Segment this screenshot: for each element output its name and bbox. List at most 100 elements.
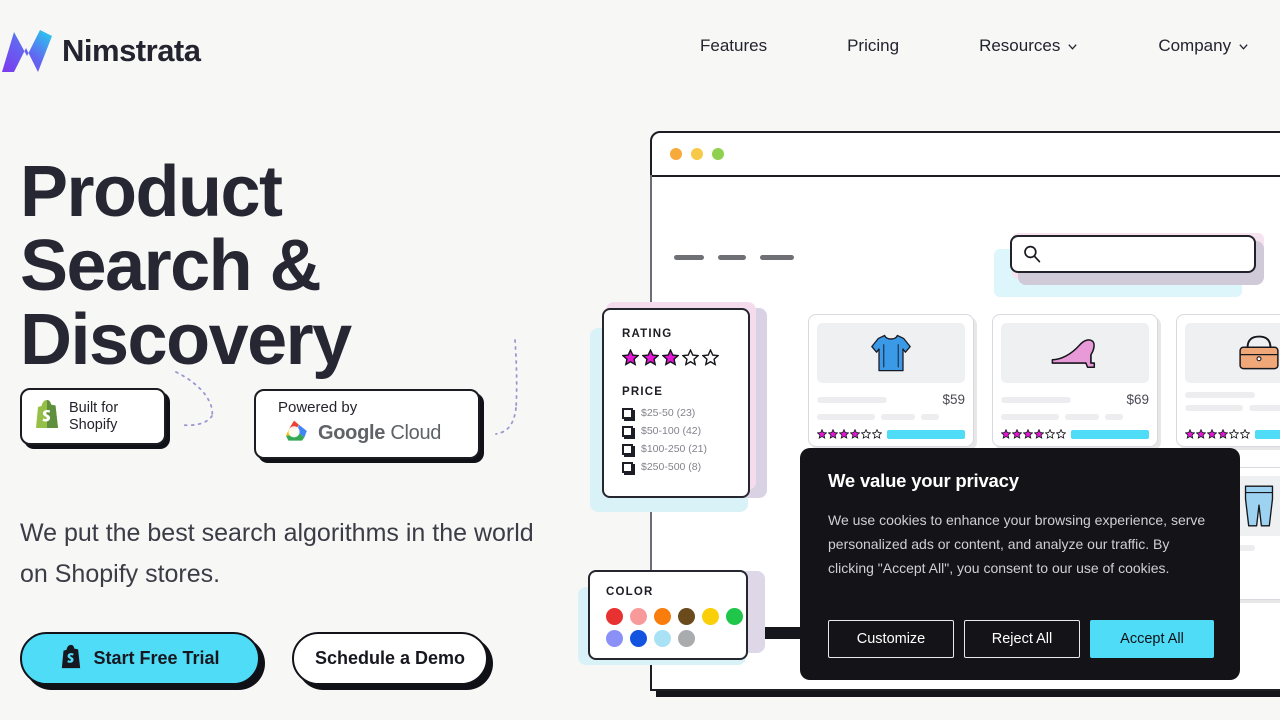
product-price: $69 xyxy=(1126,392,1149,407)
customize-button[interactable]: Customize xyxy=(828,620,954,658)
accept-all-button[interactable]: Accept All xyxy=(1090,620,1214,658)
price-option-label: $250-500 (8) xyxy=(641,461,702,473)
browser-titlebar xyxy=(652,133,1280,177)
color-swatch-blue[interactable] xyxy=(630,630,647,647)
google-cloud-wordmark: Google Cloud xyxy=(318,422,442,444)
color-swatch-green[interactable] xyxy=(726,608,743,625)
color-swatch-periwinkle[interactable] xyxy=(606,630,623,647)
cookie-banner-body: We use cookies to enhance your browsing … xyxy=(828,512,1206,576)
color-swatch-yellow[interactable] xyxy=(702,608,719,625)
top-navigation: Nimstrata Features Pricing Resources Com… xyxy=(0,0,1280,102)
shopify-bag-icon xyxy=(60,644,82,674)
star-empty-icon xyxy=(702,349,719,366)
price-option-label: $50-100 (42) xyxy=(641,425,702,437)
brand-name: Nimstrata xyxy=(62,33,201,68)
heading-line-1: Product xyxy=(20,152,283,232)
product-meta-placeholder xyxy=(1001,414,1059,420)
nav-link-company[interactable]: Company xyxy=(1118,36,1280,56)
color-swatches xyxy=(606,608,743,647)
price-option[interactable]: $250-500 (8) xyxy=(622,458,730,476)
traffic-light-yellow[interactable] xyxy=(691,148,703,160)
color-swatch-gray[interactable] xyxy=(678,630,695,647)
jeans-icon xyxy=(1244,485,1274,527)
nav-link-label: Company xyxy=(1158,36,1232,55)
nav-link-features[interactable]: Features xyxy=(660,36,807,56)
product-title-placeholder xyxy=(817,396,887,403)
filter-panel-rating-price: RATING PRICE $25-50 (23) $50-100 (42) $1… xyxy=(590,300,770,515)
nav-link-label: Resources xyxy=(979,36,1061,55)
checkbox-icon[interactable] xyxy=(622,443,633,455)
price-option[interactable]: $25-50 (23) xyxy=(622,404,730,422)
high-heel-icon xyxy=(1051,339,1096,369)
product-title-placeholder xyxy=(1185,392,1255,398)
start-free-trial-button[interactable]: Start Free Trial xyxy=(20,632,260,685)
chevron-down-icon xyxy=(1067,41,1078,52)
nav-links: Features Pricing Resources Company xyxy=(660,36,1280,56)
color-swatch-pink[interactable] xyxy=(630,608,647,625)
badge-line-2: Shopify xyxy=(69,416,118,433)
badge-line-1: Built for xyxy=(69,399,119,416)
heading-line-3: Discovery xyxy=(8,300,403,380)
color-swatch-lightblue[interactable] xyxy=(654,630,671,647)
checkbox-icon[interactable] xyxy=(622,425,633,437)
badge-powered-by-google-cloud[interactable]: Powered by Google Cloud xyxy=(254,389,480,459)
add-to-cart-button[interactable] xyxy=(887,429,965,439)
product-meta-placeholder xyxy=(1249,405,1280,411)
color-swatch-orange[interactable] xyxy=(654,608,671,625)
price-option[interactable]: $50-100 (42) xyxy=(622,422,730,440)
sweater-icon xyxy=(871,334,911,372)
nav-link-label: Pricing xyxy=(847,36,900,55)
add-to-cart-button[interactable] xyxy=(1255,429,1280,439)
nav-dash xyxy=(718,255,746,260)
cta-label: Schedule a Demo xyxy=(314,648,466,668)
star-empty-icon xyxy=(682,349,699,366)
cookie-consent-banner: We value your privacy We use cookies to … xyxy=(800,448,1240,680)
product-meta-placeholder xyxy=(1185,405,1243,411)
schedule-demo-button[interactable]: Schedule a Demo xyxy=(292,632,488,685)
rating-filter-title: RATING xyxy=(622,328,673,340)
filter-panel-card[interactable]: RATING PRICE $25-50 (23) $50-100 (42) $1… xyxy=(602,308,750,498)
page-root: Nimstrata Features Pricing Resources Com… xyxy=(0,0,1280,720)
checkbox-icon[interactable] xyxy=(622,461,633,473)
product-title-placeholder xyxy=(1001,396,1071,403)
brand-logo-group[interactable]: Nimstrata xyxy=(0,28,201,74)
product-rating xyxy=(1001,429,1066,439)
hero-section: Product Search & Discovery xyxy=(7,152,580,380)
checkbox-icon[interactable] xyxy=(622,407,633,419)
nav-link-resources[interactable]: Resources xyxy=(939,36,1118,56)
filter-panel-color: COLOR xyxy=(578,565,773,670)
traffic-light-green[interactable] xyxy=(712,148,724,160)
cta-label: Start Free Trial xyxy=(93,648,220,668)
nimstrata-n-logo-icon xyxy=(0,28,54,74)
rating-stars[interactable] xyxy=(622,349,730,366)
star-filled-icon xyxy=(662,349,679,366)
add-to-cart-button[interactable] xyxy=(1071,429,1149,439)
color-panel-card[interactable]: COLOR xyxy=(588,570,748,660)
product-image xyxy=(1001,323,1149,383)
reject-all-button[interactable]: Reject All xyxy=(964,620,1080,658)
heading-line-2: Search & xyxy=(7,226,335,306)
store-nav-placeholder xyxy=(674,255,794,260)
traffic-light-red[interactable] xyxy=(670,148,682,160)
shopify-bag-icon xyxy=(34,399,60,434)
product-meta-placeholder xyxy=(921,414,939,420)
nav-link-pricing[interactable]: Pricing xyxy=(807,36,939,56)
price-option-label: $25-50 (23) xyxy=(641,407,696,419)
nav-dash xyxy=(760,255,794,260)
handbag-icon xyxy=(1239,335,1279,370)
cookie-banner-actions: Customize Reject All Accept All xyxy=(828,620,1214,658)
color-swatch-red[interactable] xyxy=(606,608,623,625)
color-swatch-brown[interactable] xyxy=(678,608,695,625)
search-input[interactable] xyxy=(1010,235,1256,273)
badge-built-for-shopify[interactable]: Built for Shopify xyxy=(20,388,166,445)
page-title: Product Search & Discovery xyxy=(7,152,580,380)
price-filter-title: PRICE xyxy=(622,386,664,398)
product-meta-placeholder xyxy=(1105,414,1123,420)
product-card[interactable] xyxy=(1176,314,1280,447)
product-meta-placeholder xyxy=(881,414,915,420)
product-card[interactable]: $59 xyxy=(808,314,974,447)
color-filter-title: COLOR xyxy=(606,586,654,598)
price-option[interactable]: $100-250 (21) xyxy=(622,440,730,458)
product-card[interactable]: $69 xyxy=(992,314,1158,447)
product-image xyxy=(1185,323,1280,383)
